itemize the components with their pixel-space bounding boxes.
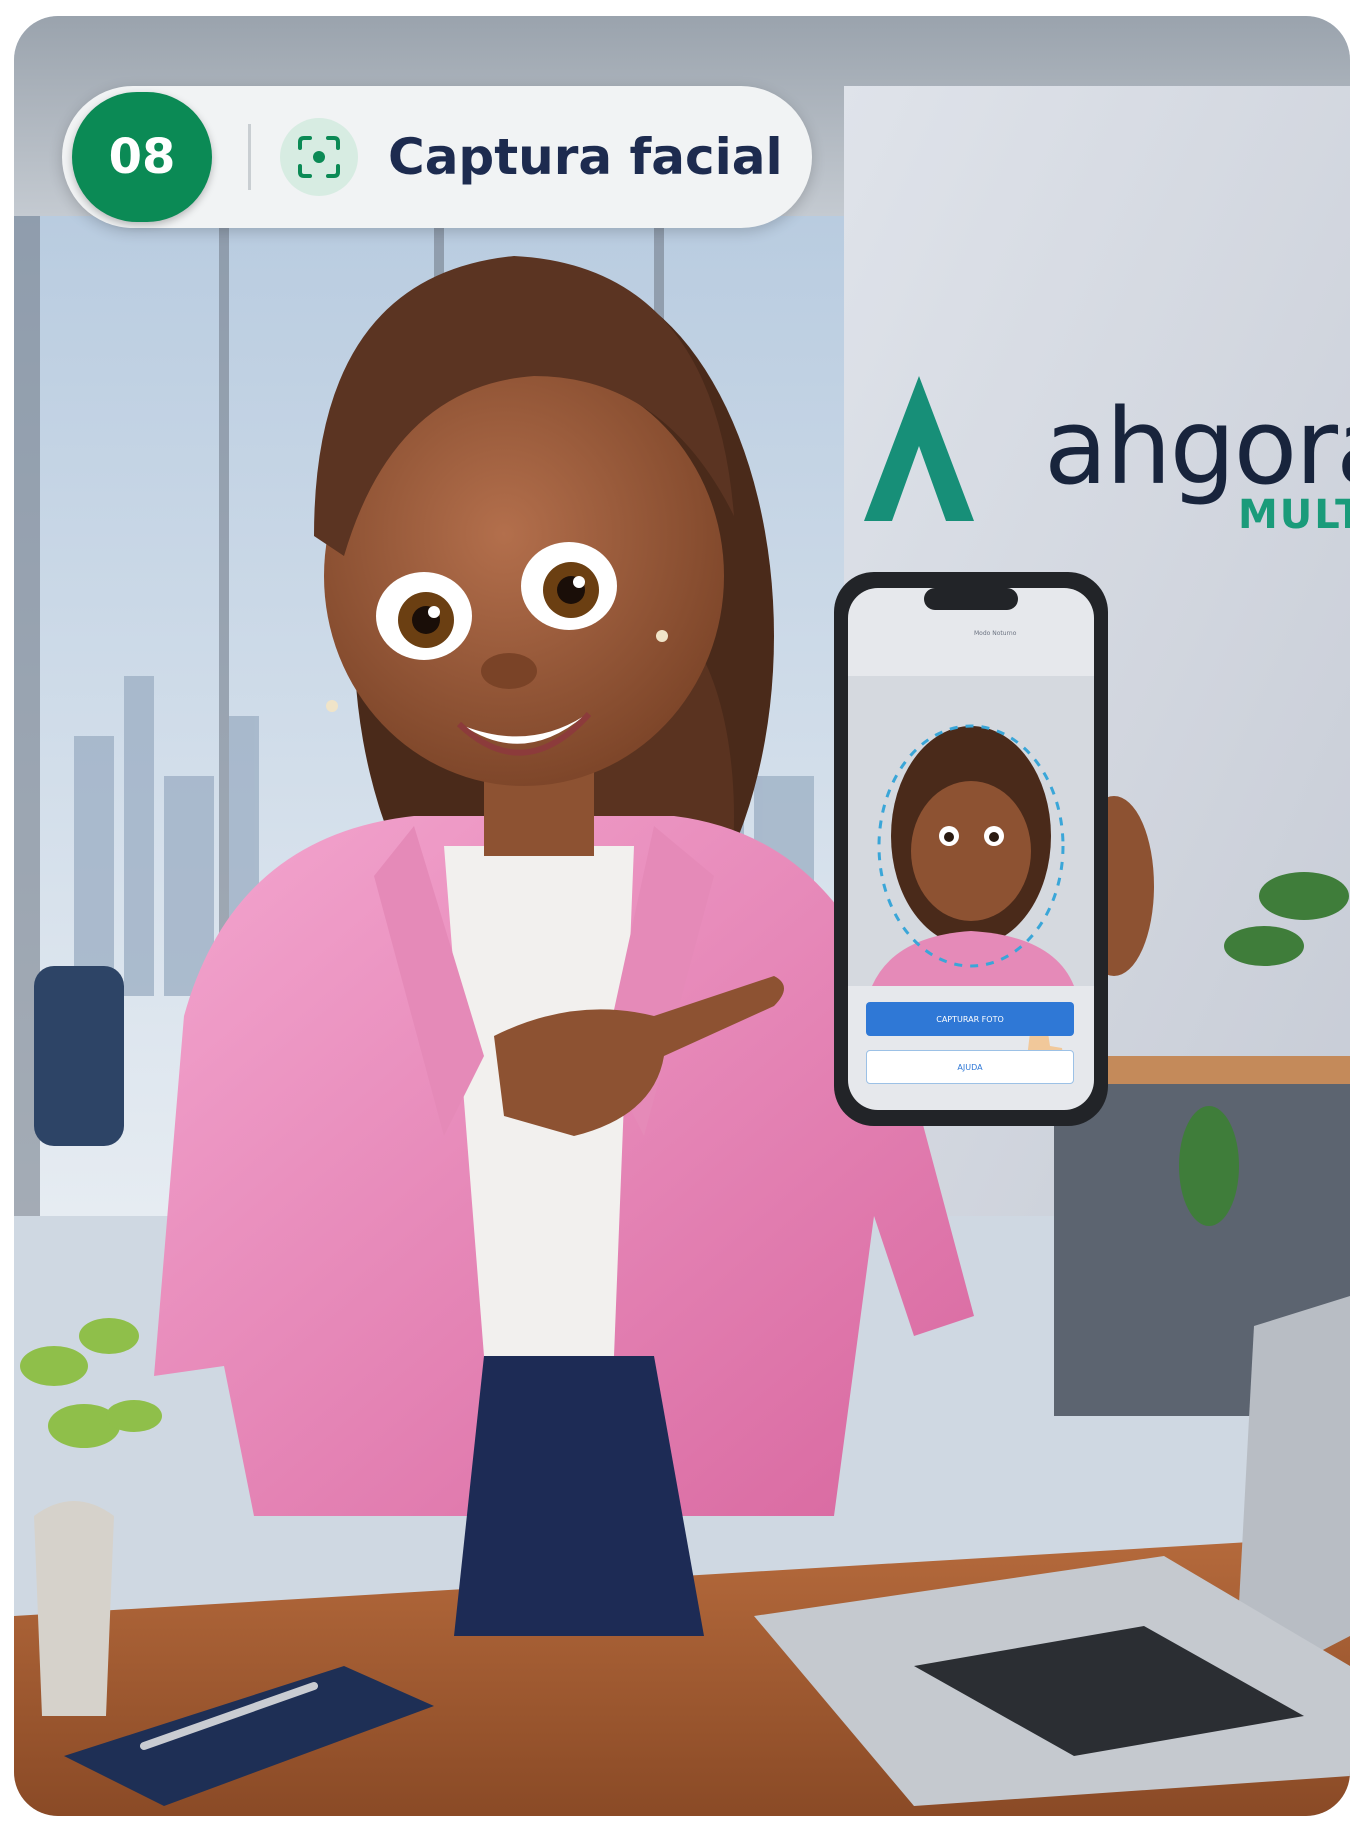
phone-help-button: AJUDA [866,1050,1074,1084]
face-scan-icon [280,118,358,196]
phone-capture-photo-button: CAPTURAR FOTO [866,1002,1074,1036]
ahgora-logo-text: ahgora [1044,386,1350,508]
step-number: 08 [72,92,212,222]
step-badge: 08 Captura facial [62,86,812,228]
badge-title: Captura facial [388,128,783,186]
ahgora-logo-sub: MULTI [1238,492,1350,538]
office-scene-illustration [14,16,1350,1816]
phone-status-text: Modo Noturno [974,630,1017,637]
illustration-card: ahgora MULTI Modo Noturno CAPTURAR FOTO … [14,16,1350,1816]
badge-divider [248,124,251,190]
